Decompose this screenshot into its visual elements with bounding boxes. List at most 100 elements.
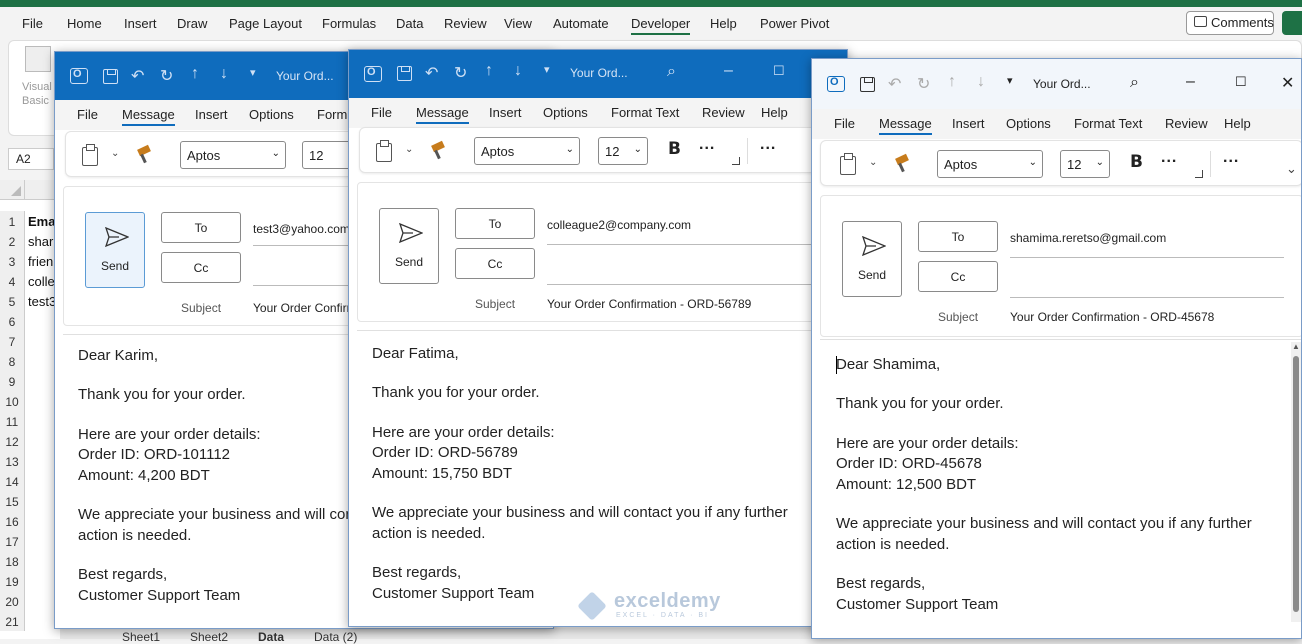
row-header[interactable]: 7 xyxy=(0,331,25,351)
more-options-icon[interactable]: ... xyxy=(760,136,776,154)
to-field[interactable]: shamima.reretso@gmail.com xyxy=(1010,231,1166,245)
row-header[interactable]: 10 xyxy=(0,391,25,411)
row-header[interactable]: 4 xyxy=(0,271,25,291)
row-header[interactable]: 15 xyxy=(0,491,25,511)
quick-access-dropdown-icon[interactable]: ▾ xyxy=(250,66,256,79)
menu-help[interactable]: Help xyxy=(1224,116,1251,131)
save-icon[interactable] xyxy=(860,77,875,92)
excel-menu-formulas[interactable]: Formulas xyxy=(322,16,376,31)
excel-menu-power-pivot[interactable]: Power Pivot xyxy=(760,16,829,31)
menu-options[interactable]: Options xyxy=(1006,116,1051,131)
excel-menu-draw[interactable]: Draw xyxy=(177,16,207,31)
to-button[interactable]: To xyxy=(918,221,998,252)
menu-file[interactable]: File xyxy=(371,105,392,120)
bold-button[interactable]: B xyxy=(1130,152,1143,172)
menu-options[interactable]: Options xyxy=(249,107,294,122)
cell-a3[interactable]: frien xyxy=(28,251,53,271)
maximize-icon[interactable]: ☐ xyxy=(773,63,785,79)
font-size-select[interactable]: 12 ⌄ xyxy=(598,137,648,165)
menu-message[interactable]: Message xyxy=(416,105,469,124)
more-options-icon[interactable]: ... xyxy=(1223,149,1239,167)
to-button[interactable]: To xyxy=(455,208,535,239)
paste-dropdown-icon[interactable]: ⌄ xyxy=(111,148,119,159)
redo-icon[interactable]: ↻ xyxy=(160,66,173,86)
down-arrow-icon[interactable]: ↓ xyxy=(514,62,522,80)
redo-icon[interactable]: ↻ xyxy=(454,63,467,83)
visual-basic-label[interactable]: Visual Basic xyxy=(22,80,52,108)
message-body[interactable]: Dear Shamima, Thank you for your order. … xyxy=(820,339,1301,638)
menu-format-text[interactable]: Format Text xyxy=(611,105,679,120)
excel-menu-automate[interactable]: Automate xyxy=(553,16,609,31)
menu-message[interactable]: Message xyxy=(122,107,175,126)
format-painter-icon[interactable] xyxy=(430,141,448,159)
row-header[interactable]: 21 xyxy=(0,611,25,631)
window-titlebar[interactable]: ↶ ↻ ↑ ↓ ▾ Your Ord... ⌕ – ☐ xyxy=(349,50,847,98)
save-icon[interactable] xyxy=(397,66,412,81)
cell-a5[interactable]: test3 xyxy=(28,291,56,311)
format-painter-icon[interactable] xyxy=(894,154,912,172)
row-header[interactable]: 8 xyxy=(0,351,25,371)
paste-icon[interactable] xyxy=(82,144,98,166)
cc-button[interactable]: Cc xyxy=(455,248,535,279)
row-header[interactable]: 3 xyxy=(0,251,25,271)
font-name-select[interactable]: Aptos ⌄ xyxy=(474,137,580,165)
cell-a4[interactable]: colle xyxy=(28,271,55,291)
paste-icon[interactable] xyxy=(376,140,392,162)
format-painter-icon[interactable] xyxy=(136,145,154,163)
cell-a2[interactable]: shar xyxy=(28,231,53,251)
row-header[interactable]: 9 xyxy=(0,371,25,391)
quick-access-dropdown-icon[interactable]: ▾ xyxy=(544,63,550,76)
search-icon[interactable]: ⌕ xyxy=(667,63,676,81)
scroll-up-icon[interactable]: ▲ xyxy=(1292,342,1300,351)
menu-insert[interactable]: Insert xyxy=(195,107,228,122)
sheet-tab-sheet2[interactable]: Sheet2 xyxy=(190,630,228,644)
paste-dropdown-icon[interactable]: ⌄ xyxy=(405,144,413,155)
dialog-launcher-icon[interactable] xyxy=(732,157,740,165)
excel-menu-page-layout[interactable]: Page Layout xyxy=(229,16,302,31)
name-box[interactable]: A2 xyxy=(8,148,54,170)
maximize-icon[interactable]: ☐ xyxy=(1235,74,1247,90)
window-titlebar[interactable]: ↶ ↻ ↑ ↓ ▾ Your Ord... ⌕ – ☐ ✕ xyxy=(812,59,1301,109)
undo-icon[interactable]: ↶ xyxy=(425,63,438,83)
row-header[interactable]: 13 xyxy=(0,451,25,471)
excel-menu-file[interactable]: File xyxy=(22,16,43,31)
row-header[interactable]: 6 xyxy=(0,311,25,331)
close-icon[interactable]: ✕ xyxy=(1281,73,1294,93)
quick-access-dropdown-icon[interactable]: ▾ xyxy=(1007,74,1013,87)
more-formatting-icon[interactable]: ... xyxy=(699,136,715,154)
save-icon[interactable] xyxy=(103,69,118,84)
search-icon[interactable]: ⌕ xyxy=(1130,74,1139,92)
to-field[interactable]: colleague2@company.com xyxy=(547,218,691,232)
sheet-tab-data-2[interactable]: Data (2) xyxy=(314,630,357,644)
share-button[interactable] xyxy=(1282,11,1302,35)
menu-insert[interactable]: Insert xyxy=(952,116,985,131)
excel-menu-view[interactable]: View xyxy=(504,16,532,31)
minimize-icon[interactable]: – xyxy=(1186,73,1195,91)
row-header[interactable]: 19 xyxy=(0,571,25,591)
sheet-tab-sheet1[interactable]: Sheet1 xyxy=(122,630,160,644)
row-header[interactable]: 11 xyxy=(0,411,25,431)
select-all-corner[interactable] xyxy=(0,180,25,200)
comments-button[interactable]: Comments xyxy=(1186,11,1274,35)
menu-file[interactable]: File xyxy=(834,116,855,131)
down-arrow-icon[interactable]: ↓ xyxy=(220,65,228,83)
menu-options[interactable]: Options xyxy=(543,105,588,120)
menu-file[interactable]: File xyxy=(77,107,98,122)
redo-icon[interactable]: ↻ xyxy=(917,74,930,94)
bold-button[interactable]: B xyxy=(668,139,681,159)
undo-icon[interactable]: ↶ xyxy=(888,74,901,94)
to-field[interactable]: test3@yahoo.com xyxy=(253,222,350,236)
message-body[interactable]: Dear Fatima, Thank you for your order. H… xyxy=(357,330,847,626)
minimize-icon[interactable]: – xyxy=(724,62,733,80)
paste-icon[interactable] xyxy=(840,153,856,175)
menu-review[interactable]: Review xyxy=(702,105,745,120)
up-arrow-icon[interactable]: ↑ xyxy=(191,65,199,83)
excel-menu-insert[interactable]: Insert xyxy=(124,16,157,31)
up-arrow-icon[interactable]: ↑ xyxy=(948,73,956,91)
undo-icon[interactable]: ↶ xyxy=(131,66,144,86)
dialog-launcher-icon[interactable] xyxy=(1195,170,1203,178)
excel-menu-developer[interactable]: Developer xyxy=(631,16,691,35)
cc-button[interactable]: Cc xyxy=(161,252,241,283)
row-header[interactable]: 17 xyxy=(0,531,25,551)
menu-insert[interactable]: Insert xyxy=(489,105,522,120)
